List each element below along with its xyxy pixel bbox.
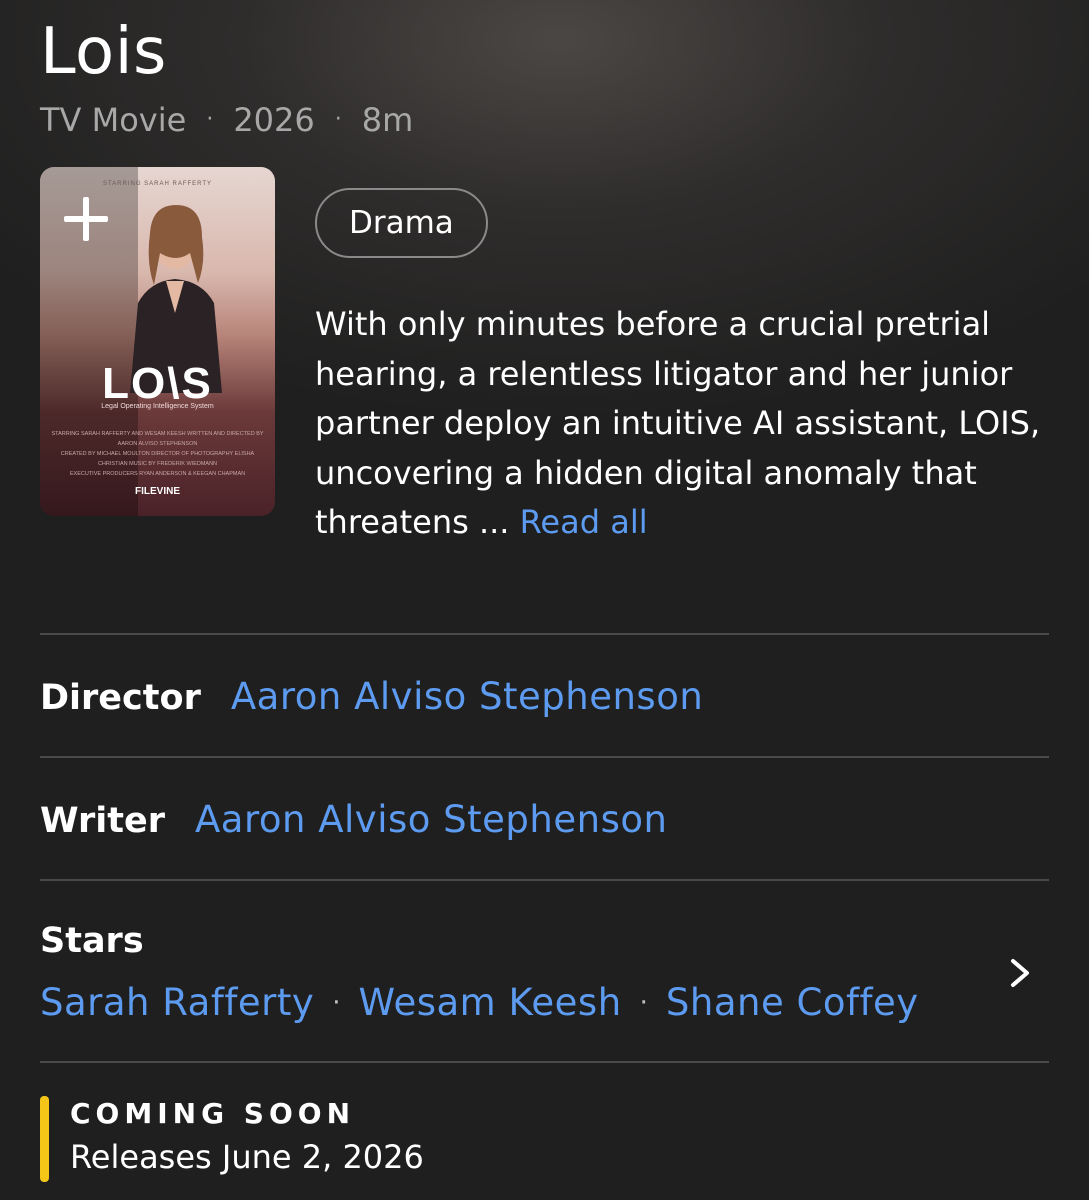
plot-text: With only minutes before a crucial pretr… [315,305,1041,541]
title-meta: TV Movie · 2026 · 8m [40,100,413,140]
release-date: Releases June 2, 2026 [70,1138,424,1176]
poster-studio-logo: FILEVINE [134,486,180,497]
star-link-sarah-rafferty[interactable]: Sarah Rafferty [40,980,314,1026]
plot-description: With only minutes before a crucial pretr… [315,300,1045,548]
read-all-link[interactable]: Read all [520,503,648,541]
poster-logo-subtitle: Legal Operating Intelligence System [101,403,214,410]
page-title: Lois [40,15,167,89]
divider [40,633,1049,635]
writer-label: Writer [40,801,165,841]
stars-separator: · [639,988,648,1018]
poster-credits-line: EXECUTIVE PRODUCERS RYAN ANDERSON & KEEG… [69,471,246,477]
director-label: Director [40,678,201,718]
director-row[interactable]: Director Aaron Alviso Stephenson [40,674,703,721]
plus-icon[interactable] [62,195,110,243]
divider [40,756,1049,758]
poster-image[interactable]: STARRING SARAH RAFFERTY LO\S Legal Opera… [40,167,275,516]
stars-label: Stars [40,921,144,961]
genre-chip[interactable]: Drama [315,188,488,258]
writer-row[interactable]: Writer Aaron Alviso Stephenson [40,797,667,844]
coming-soon-accent-bar [40,1096,49,1182]
meta-separator: · [334,107,342,132]
director-name-link[interactable]: Aaron Alviso Stephenson [231,674,703,720]
poster-credits-line: CREATED BY MICHAEL MOULTON DIRECTOR OF P… [60,451,255,467]
poster-starring: STARRING SARAH RAFFERTY [102,181,213,187]
chevron-right-icon[interactable] [1005,955,1035,991]
meta-separator: · [206,107,214,132]
release-year: 2026 [233,101,315,139]
stars-list: Sarah Rafferty · Wesam Keesh · Shane Cof… [40,980,919,1026]
poster-credits-line: STARRING SARAH RAFFERTY AND WESAM KEESH … [51,431,264,447]
coming-soon-label: COMING SOON [70,1097,356,1130]
star-link-shane-coffey[interactable]: Shane Coffey [666,980,919,1026]
poster-credits: STARRING SARAH RAFFERTY AND WESAM KEESH … [46,429,269,479]
writer-name-link[interactable]: Aaron Alviso Stephenson [195,797,667,843]
divider [40,879,1049,881]
media-type: TV Movie [40,101,187,139]
stars-separator: · [332,988,341,1018]
poster-logo: LO\S [102,359,213,408]
runtime: 8m [361,101,414,139]
star-link-wesam-keesh[interactable]: Wesam Keesh [359,980,622,1026]
divider [40,1061,1049,1063]
